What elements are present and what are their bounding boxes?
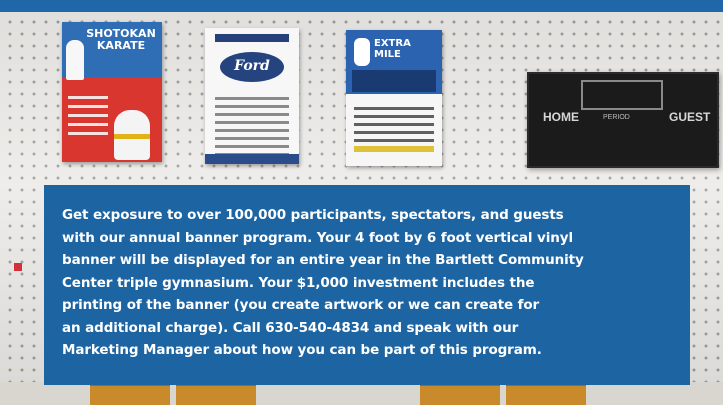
scoreboard-period-label: PERIOD	[603, 114, 630, 121]
ford-poster-text-lines	[215, 92, 289, 161]
banner-program-description: Get exposure to over 100,000 participant…	[62, 204, 682, 362]
door	[420, 384, 500, 405]
extra-mile-poster: EXTRA MILE	[346, 30, 442, 166]
info-line: Get exposure to over 100,000 participant…	[62, 207, 564, 223]
ford-poster-footer	[205, 154, 299, 164]
extra-mile-skyline	[352, 70, 436, 92]
door	[506, 384, 586, 405]
info-line: printing of the banner (you create artwo…	[62, 297, 540, 313]
ford-logo-oval: Ford	[220, 52, 284, 82]
ford-poster: Ford	[205, 28, 299, 164]
karate-belt	[114, 134, 150, 139]
karate-title-line2: KARATE	[96, 39, 146, 52]
extra-mile-yellow-strip	[354, 146, 434, 152]
ford-poster-header	[215, 34, 289, 42]
top-blue-bar	[0, 0, 723, 12]
info-line: Marketing Manager about how you can be p…	[62, 342, 542, 358]
karate-poster: SHOTOKAN KARATE	[62, 22, 162, 162]
info-line: an additional charge). Call 630-540-4834…	[62, 319, 519, 336]
scoreboard-home-label: HOME	[543, 110, 579, 124]
wall-red-marker	[14, 263, 22, 271]
info-line: banner will be displayed for an entire y…	[62, 252, 584, 268]
extra-mile-title-line1: EXTRA	[374, 38, 411, 49]
info-line: with our annual banner program. Your 4 f…	[62, 229, 573, 246]
photo-stage: SHOTOKAN KARATE Ford EXTRA MILE HOME PER…	[0, 0, 723, 405]
scoreboard-guest-label: GUEST	[669, 110, 711, 124]
info-line: Center triple gymnasium. Your $1,000 inv…	[62, 274, 535, 291]
door	[176, 384, 256, 405]
ford-logo-text: Ford	[234, 58, 270, 74]
scoreboard-clock-window	[581, 80, 663, 110]
runner-icon	[354, 38, 370, 66]
karate-kid-figure	[66, 40, 84, 80]
banner-program-info-box: Get exposure to over 100,000 participant…	[44, 185, 690, 385]
scoreboard: HOME PERIOD GUEST	[527, 72, 719, 168]
door	[90, 384, 170, 405]
extra-mile-title-line2: MILE	[374, 49, 401, 60]
extra-mile-title: EXTRA MILE	[374, 38, 440, 60]
karate-poster-title: SHOTOKAN KARATE	[84, 28, 158, 52]
karate-poster-text-lines	[68, 90, 108, 141]
